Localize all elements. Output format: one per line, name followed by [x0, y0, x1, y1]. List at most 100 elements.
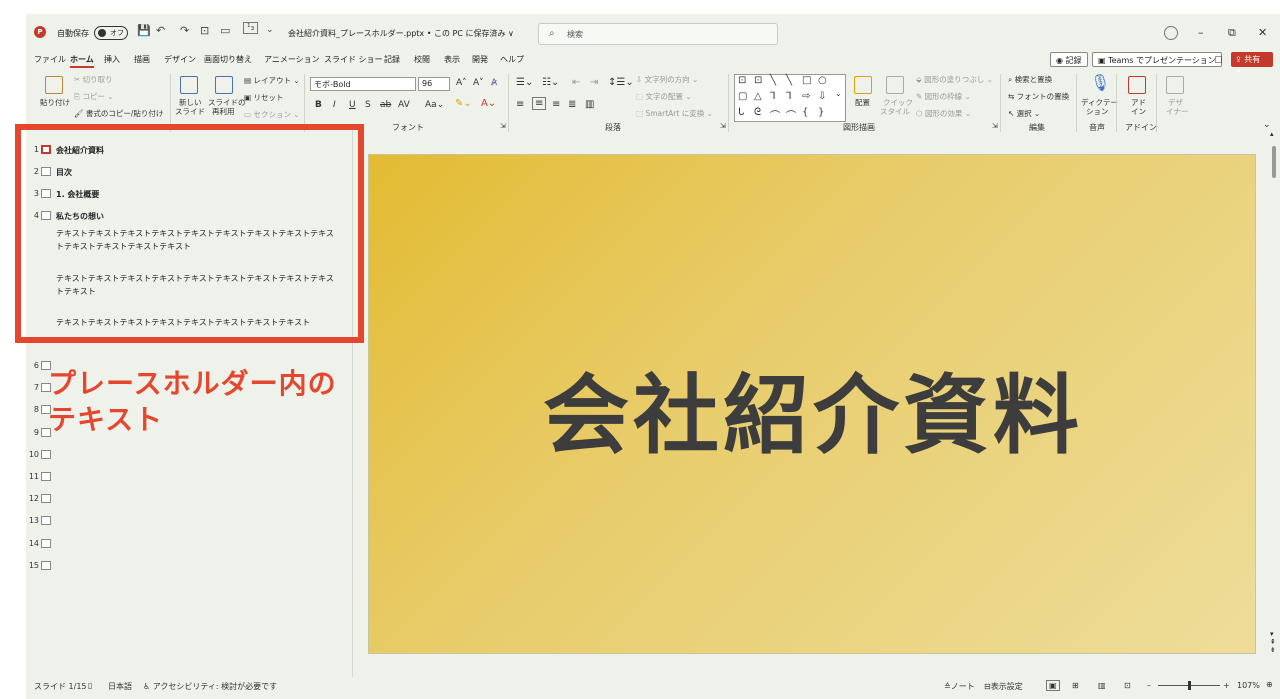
- new-slide-icon[interactable]: [180, 76, 198, 94]
- section-button[interactable]: ▭ セクション ⌄: [244, 109, 300, 120]
- collapse-ribbon-icon[interactable]: ⌄: [1263, 120, 1271, 130]
- dictate-label-2[interactable]: ション: [1086, 106, 1109, 117]
- format-painter-button[interactable]: 🖌 書式のコピー/貼り付け: [74, 108, 163, 119]
- elbow-connector-shape-icon[interactable]: ⅂: [770, 91, 776, 102]
- replace-fonts-button[interactable]: ⇆ フォントの置換: [1008, 91, 1069, 102]
- smartart-button[interactable]: ⬚ SmartArt に変換 ⌄: [636, 108, 713, 119]
- addins-icon[interactable]: [1128, 76, 1146, 94]
- record-button[interactable]: ◉ 記録: [1050, 52, 1088, 67]
- arc-shape-icon[interactable]: ⌒: [770, 107, 780, 122]
- line-spacing-icon[interactable]: ↕☰⌄: [608, 77, 634, 88]
- zoom-out-icon[interactable]: –: [1147, 681, 1151, 690]
- oval-shape-icon[interactable]: ○: [818, 75, 827, 86]
- tab-file[interactable]: ファイル: [34, 54, 66, 65]
- vertical-textbox-shape-icon[interactable]: ⊡: [754, 75, 762, 86]
- normal-view-icon[interactable]: ▣: [1046, 680, 1060, 691]
- accessibility-status[interactable]: ♿ アクセシビリティ: 検討が必要です: [143, 681, 277, 692]
- designer-label-2[interactable]: イナー: [1166, 106, 1188, 117]
- new-slide-label-2[interactable]: スライド: [175, 106, 205, 117]
- tab-help[interactable]: ヘルプ: [500, 54, 524, 65]
- outline-slide-icon[interactable]: [41, 494, 51, 503]
- save-icon[interactable]: 💾: [137, 24, 151, 37]
- justify-icon[interactable]: ≣: [568, 99, 576, 110]
- align-right-icon[interactable]: ≡: [552, 99, 560, 110]
- tab-review[interactable]: 校閲: [414, 54, 430, 65]
- slideshow-view-icon[interactable]: ⊡: [1124, 681, 1131, 690]
- comments-icon[interactable]: ▢: [1214, 55, 1223, 65]
- search-input[interactable]: ⌕ 検索: [538, 23, 778, 45]
- paragraph-dialog-launcher-icon[interactable]: ⇲: [720, 122, 726, 130]
- outline-slide-icon[interactable]: [41, 472, 51, 481]
- tab-transitions[interactable]: 画面切り替え: [204, 54, 252, 65]
- freeform-shape-icon[interactable]: ᒐ: [738, 107, 744, 118]
- paste-icon[interactable]: [45, 76, 63, 94]
- reading-view-icon[interactable]: ▥: [1098, 681, 1106, 690]
- shapes-more-icon[interactable]: ⌄: [835, 89, 842, 98]
- select-button[interactable]: ↖ 選択 ⌄: [1008, 108, 1040, 119]
- zoom-level[interactable]: 107%: [1237, 681, 1260, 690]
- increase-font-icon[interactable]: A˄: [456, 78, 467, 88]
- shapes-gallery[interactable]: ⊡ ⊡ ╲ ╲ □ ○ ▢ △ ⅂ ⅂ ⇨ ⇩ ᒐ ᘓ ⌒ ⌒ { } ⌄: [734, 74, 846, 122]
- scroll-down-icon[interactable]: ▾ ⇞ ⇟: [1270, 630, 1276, 654]
- tab-design[interactable]: デザイン: [164, 54, 196, 65]
- undo-icon[interactable]: ↶: [156, 24, 165, 37]
- strikethrough-icon[interactable]: ab: [380, 100, 391, 110]
- tab-home[interactable]: ホーム: [70, 54, 94, 68]
- rectangle-shape-icon[interactable]: □: [802, 75, 811, 86]
- shadow-icon[interactable]: S: [365, 100, 371, 110]
- vertical-scrollbar[interactable]: ▴ ▾ ⇞ ⇟: [1270, 130, 1278, 660]
- shape-effects-button[interactable]: ⬡ 図形の効果 ⌄: [916, 108, 971, 119]
- scroll-thumb[interactable]: [1272, 146, 1276, 178]
- tab-insert[interactable]: 挿入: [104, 54, 120, 65]
- restore-icon[interactable]: ⧉: [1228, 26, 1236, 40]
- display-settings-button[interactable]: ⊟表示設定: [984, 681, 1023, 692]
- font-dialog-launcher-icon[interactable]: ⇲: [500, 122, 506, 130]
- decrease-font-icon[interactable]: A˅: [473, 78, 484, 88]
- outline-slide-icon[interactable]: [41, 539, 51, 548]
- shape-outline-button[interactable]: ✎ 図形の枠線 ⌄: [916, 91, 971, 102]
- account-avatar-icon[interactable]: [1164, 26, 1178, 40]
- tab-slideshow[interactable]: スライド ショー: [324, 54, 383, 65]
- quick-styles-icon[interactable]: [886, 76, 904, 94]
- char-spacing-icon[interactable]: AV: [398, 100, 410, 110]
- slide-title[interactable]: 会社紹介資料: [369, 345, 1257, 470]
- share-button[interactable]: ⇪ 共有 ⌄: [1231, 52, 1273, 74]
- bold-icon[interactable]: B: [315, 100, 322, 110]
- reset-button[interactable]: ▣ リセット: [244, 92, 283, 103]
- present-icon[interactable]: ⊡: [200, 24, 209, 37]
- more-commands-icon[interactable]: ⌄: [266, 25, 274, 35]
- italic-icon[interactable]: I: [333, 100, 336, 110]
- slide-count[interactable]: スライド 1/15: [34, 681, 87, 692]
- outline-slide-icon[interactable]: [41, 516, 51, 525]
- tab-draw[interactable]: 描画: [134, 54, 150, 65]
- reuse-slides-label-2[interactable]: 再利用: [212, 106, 235, 117]
- close-icon[interactable]: ✕: [1258, 26, 1267, 39]
- left-brace-shape-icon[interactable]: {: [802, 107, 808, 118]
- outline-slide-icon[interactable]: [41, 450, 51, 459]
- underline-icon[interactable]: U: [349, 100, 356, 110]
- reuse-slides-icon[interactable]: [215, 76, 233, 94]
- cut-button[interactable]: ✂ 切り取り: [74, 74, 113, 85]
- bullets-icon[interactable]: ☰⌄: [516, 77, 533, 88]
- find-replace-button[interactable]: ⌕ 検索と置換: [1008, 74, 1052, 85]
- tab-animations[interactable]: アニメーション: [264, 54, 320, 65]
- redo-icon[interactable]: ↷: [180, 24, 189, 37]
- present-in-teams-button[interactable]: ▣ Teams でプレゼンテーション: [1092, 52, 1222, 67]
- arrange-label[interactable]: 配置: [855, 97, 870, 108]
- tab-developer[interactable]: 開発: [472, 54, 488, 65]
- triangle-shape-icon[interactable]: △: [754, 91, 762, 102]
- outline-slide-icon[interactable]: [41, 561, 51, 570]
- textbox-shape-icon[interactable]: ⊡: [738, 75, 746, 86]
- columns-icon[interactable]: ▥: [585, 99, 594, 110]
- scroll-up-icon[interactable]: ▴: [1270, 130, 1274, 138]
- designer-icon[interactable]: [1166, 76, 1184, 94]
- down-arrow-shape-icon[interactable]: ⇩: [818, 91, 826, 102]
- align-left-icon[interactable]: ≡: [516, 99, 524, 110]
- document-title[interactable]: 会社紹介資料_プレースホルダー.pptx • この PC に保存済み ∨: [288, 28, 514, 39]
- right-arrow-shape-icon[interactable]: ⇨: [802, 91, 810, 102]
- minimize-icon[interactable]: –: [1198, 26, 1204, 39]
- elbow-arrow-shape-icon[interactable]: ⅂: [786, 91, 792, 102]
- font-size-select[interactable]: 96: [418, 77, 450, 91]
- line-shape-icon[interactable]: ╲: [770, 75, 776, 86]
- align-center-icon[interactable]: ≡: [532, 97, 547, 110]
